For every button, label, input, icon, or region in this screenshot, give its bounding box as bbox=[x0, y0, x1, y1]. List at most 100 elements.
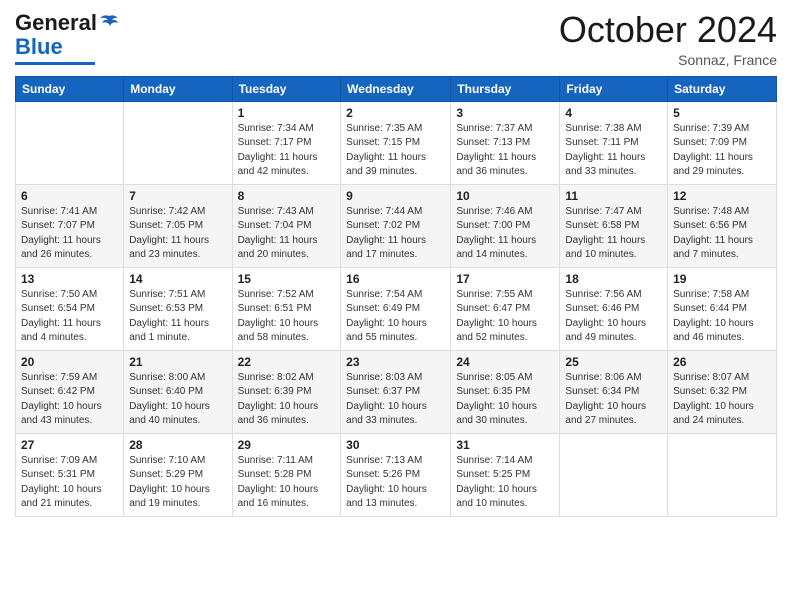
calendar-cell: 1 Sunrise: 7:34 AMSunset: 7:17 PMDaylight… bbox=[232, 101, 341, 184]
weekday-header-friday: Friday bbox=[560, 76, 668, 101]
day-info: Sunrise: 7:38 AMSunset: 7:11 PMDaylight:… bbox=[565, 122, 662, 180]
title-block: October 2024 Sonnaz, France bbox=[559, 10, 777, 68]
calendar-cell: 4 Sunrise: 7:38 AMSunset: 7:11 PMDaylight… bbox=[560, 101, 668, 184]
weekday-header-sunday: Sunday bbox=[16, 76, 124, 101]
calendar-cell: 16Sunrise: 7:54 AMSunset: 6:49 PMDayligh… bbox=[341, 267, 451, 350]
day-info: Sunrise: 7:35 AMSunset: 7:15 PMDaylight:… bbox=[346, 122, 445, 180]
calendar-cell bbox=[124, 101, 232, 184]
day-number: 21 bbox=[129, 355, 226, 369]
calendar-cell bbox=[668, 433, 777, 516]
day-info: Sunrise: 8:03 AMSunset: 6:37 PMDaylight:… bbox=[346, 371, 445, 429]
weekday-header-monday: Monday bbox=[124, 76, 232, 101]
day-info: Sunrise: 7:51 AMSunset: 6:53 PMDaylight:… bbox=[129, 288, 226, 346]
calendar-cell: 25Sunrise: 8:06 AMSunset: 6:34 PMDayligh… bbox=[560, 350, 668, 433]
day-number: 30 bbox=[346, 438, 445, 452]
day-number: 22 bbox=[238, 355, 336, 369]
weekday-header-row: SundayMondayTuesdayWednesdayThursdayFrid… bbox=[16, 76, 777, 101]
day-info: Sunrise: 7:41 AMSunset: 7:07 PMDaylight:… bbox=[21, 205, 118, 263]
calendar-cell: 13 Sunrise: 7:50 AMSunset: 6:54 PMDayligh… bbox=[16, 267, 124, 350]
day-info: Sunrise: 8:07 AMSunset: 6:32 PMDaylight:… bbox=[673, 371, 771, 429]
day-info: Sunrise: 7:43 AMSunset: 7:04 PMDaylight:… bbox=[238, 205, 336, 263]
day-info: Sunrise: 7:44 AMSunset: 7:02 PMDaylight:… bbox=[346, 205, 445, 263]
calendar-cell: 20 Sunrise: 7:59 AMSunset: 6:42 PMDayligh… bbox=[16, 350, 124, 433]
day-info: Sunrise: 7:52 AMSunset: 6:51 PMDaylight:… bbox=[238, 288, 336, 346]
day-info: Sunrise: 7:59 AMSunset: 6:42 PMDaylight:… bbox=[21, 371, 118, 429]
calendar-cell: 7Sunrise: 7:42 AMSunset: 7:05 PMDaylight… bbox=[124, 184, 232, 267]
day-info: Sunrise: 7:55 AMSunset: 6:47 PMDaylight:… bbox=[456, 288, 554, 346]
day-number: 13 bbox=[21, 272, 118, 286]
calendar-cell: 21 Sunrise: 8:00 AMSunset: 6:40 PMDayligh… bbox=[124, 350, 232, 433]
day-info: Sunrise: 7:48 AMSunset: 6:56 PMDaylight:… bbox=[673, 205, 771, 263]
calendar-cell: 12 Sunrise: 7:48 AMSunset: 6:56 PMDayligh… bbox=[668, 184, 777, 267]
day-info: Sunrise: 7:50 AMSunset: 6:54 PMDaylight:… bbox=[21, 288, 118, 346]
day-number: 31 bbox=[456, 438, 554, 452]
day-number: 5 bbox=[673, 106, 771, 120]
calendar-week-row: 1 Sunrise: 7:34 AMSunset: 7:17 PMDaylight… bbox=[16, 101, 777, 184]
calendar-cell bbox=[560, 433, 668, 516]
calendar-cell: 17 Sunrise: 7:55 AMSunset: 6:47 PMDayligh… bbox=[451, 267, 560, 350]
calendar-cell: 18Sunrise: 7:56 AMSunset: 6:46 PMDayligh… bbox=[560, 267, 668, 350]
day-info: Sunrise: 7:58 AMSunset: 6:44 PMDaylight:… bbox=[673, 288, 771, 346]
day-info: Sunrise: 7:42 AMSunset: 7:05 PMDaylight:… bbox=[129, 205, 226, 263]
day-number: 29 bbox=[238, 438, 336, 452]
logo-blue-text: Blue bbox=[15, 34, 63, 59]
calendar-cell: 27Sunrise: 7:09 AMSunset: 5:31 PMDayligh… bbox=[16, 433, 124, 516]
day-info: Sunrise: 7:11 AMSunset: 5:28 PMDaylight:… bbox=[238, 454, 336, 512]
day-number: 20 bbox=[21, 355, 118, 369]
day-info: Sunrise: 7:14 AMSunset: 5:25 PMDaylight:… bbox=[456, 454, 554, 512]
day-info: Sunrise: 7:56 AMSunset: 6:46 PMDaylight:… bbox=[565, 288, 662, 346]
day-number: 10 bbox=[456, 189, 554, 203]
calendar-week-row: 13 Sunrise: 7:50 AMSunset: 6:54 PMDayligh… bbox=[16, 267, 777, 350]
calendar-cell: 11 Sunrise: 7:47 AMSunset: 6:58 PMDayligh… bbox=[560, 184, 668, 267]
day-info: Sunrise: 8:00 AMSunset: 6:40 PMDaylight:… bbox=[129, 371, 226, 429]
calendar-cell: 19Sunrise: 7:58 AMSunset: 6:44 PMDayligh… bbox=[668, 267, 777, 350]
day-info: Sunrise: 8:02 AMSunset: 6:39 PMDaylight:… bbox=[238, 371, 336, 429]
calendar-cell: 15Sunrise: 7:52 AMSunset: 6:51 PMDayligh… bbox=[232, 267, 341, 350]
logo-underline bbox=[15, 62, 95, 65]
calendar-cell: 8 Sunrise: 7:43 AMSunset: 7:04 PMDaylight… bbox=[232, 184, 341, 267]
weekday-header-wednesday: Wednesday bbox=[341, 76, 451, 101]
day-number: 3 bbox=[456, 106, 554, 120]
day-number: 17 bbox=[456, 272, 554, 286]
day-number: 25 bbox=[565, 355, 662, 369]
month-title: October 2024 bbox=[559, 10, 777, 50]
calendar-cell: 14 Sunrise: 7:51 AMSunset: 6:53 PMDayligh… bbox=[124, 267, 232, 350]
day-info: Sunrise: 7:13 AMSunset: 5:26 PMDaylight:… bbox=[346, 454, 445, 512]
calendar-cell: 26 Sunrise: 8:07 AMSunset: 6:32 PMDayligh… bbox=[668, 350, 777, 433]
calendar-cell: 5 Sunrise: 7:39 AMSunset: 7:09 PMDaylight… bbox=[668, 101, 777, 184]
calendar-cell: 2Sunrise: 7:35 AMSunset: 7:15 PMDaylight… bbox=[341, 101, 451, 184]
day-number: 1 bbox=[238, 106, 336, 120]
day-info: Sunrise: 7:37 AMSunset: 7:13 PMDaylight:… bbox=[456, 122, 554, 180]
day-number: 26 bbox=[673, 355, 771, 369]
logo: General Blue bbox=[15, 10, 120, 65]
day-info: Sunrise: 7:47 AMSunset: 6:58 PMDaylight:… bbox=[565, 205, 662, 263]
day-info: Sunrise: 7:46 AMSunset: 7:00 PMDaylight:… bbox=[456, 205, 554, 263]
day-number: 28 bbox=[129, 438, 226, 452]
day-info: Sunrise: 8:05 AMSunset: 6:35 PMDaylight:… bbox=[456, 371, 554, 429]
day-number: 14 bbox=[129, 272, 226, 286]
calendar-cell: 9 Sunrise: 7:44 AMSunset: 7:02 PMDaylight… bbox=[341, 184, 451, 267]
location: Sonnaz, France bbox=[559, 52, 777, 68]
day-number: 24 bbox=[456, 355, 554, 369]
calendar-week-row: 27Sunrise: 7:09 AMSunset: 5:31 PMDayligh… bbox=[16, 433, 777, 516]
logo-bird-icon bbox=[98, 14, 120, 32]
day-info: Sunrise: 7:34 AMSunset: 7:17 PMDaylight:… bbox=[238, 122, 336, 180]
calendar-cell: 30 Sunrise: 7:13 AMSunset: 5:26 PMDayligh… bbox=[341, 433, 451, 516]
day-number: 11 bbox=[565, 189, 662, 203]
day-number: 9 bbox=[346, 189, 445, 203]
calendar-cell bbox=[16, 101, 124, 184]
calendar-cell: 3 Sunrise: 7:37 AMSunset: 7:13 PMDaylight… bbox=[451, 101, 560, 184]
calendar-table: SundayMondayTuesdayWednesdayThursdayFrid… bbox=[15, 76, 777, 517]
day-info: Sunrise: 7:54 AMSunset: 6:49 PMDaylight:… bbox=[346, 288, 445, 346]
day-number: 4 bbox=[565, 106, 662, 120]
header: General Blue October 2024 Sonnaz, France bbox=[15, 10, 777, 68]
day-number: 6 bbox=[21, 189, 118, 203]
calendar-cell: 29 Sunrise: 7:11 AMSunset: 5:28 PMDayligh… bbox=[232, 433, 341, 516]
calendar-cell: 10 Sunrise: 7:46 AMSunset: 7:00 PMDayligh… bbox=[451, 184, 560, 267]
day-number: 27 bbox=[21, 438, 118, 452]
calendar-cell: 23Sunrise: 8:03 AMSunset: 6:37 PMDayligh… bbox=[341, 350, 451, 433]
day-number: 8 bbox=[238, 189, 336, 203]
logo-general-text: General bbox=[15, 10, 97, 36]
day-info: Sunrise: 7:39 AMSunset: 7:09 PMDaylight:… bbox=[673, 122, 771, 180]
day-number: 12 bbox=[673, 189, 771, 203]
